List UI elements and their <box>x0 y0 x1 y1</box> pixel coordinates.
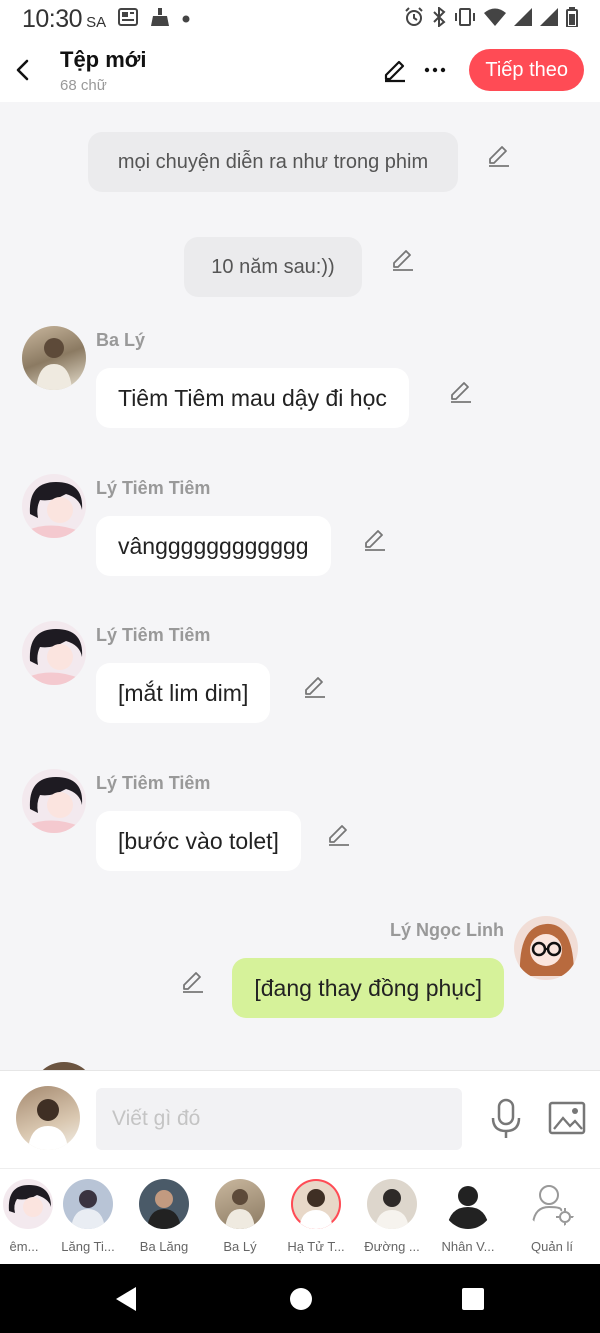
word-count: 68 chữ <box>60 76 107 94</box>
back-button[interactable] <box>0 38 46 102</box>
girl-avatar-icon <box>28 482 83 538</box>
person-avatar-icon <box>147 1190 181 1229</box>
avatar <box>139 1179 189 1229</box>
avatar[interactable] <box>22 769 86 833</box>
character-item[interactable]: Ba Lý <box>202 1179 278 1254</box>
status-ampm: SA <box>86 13 107 31</box>
message-bubble[interactable]: [mắt lim dim] <box>96 663 271 723</box>
message-bubble[interactable]: vângggggggggggg <box>96 516 331 576</box>
character-label: Đường ... <box>364 1239 420 1254</box>
bluetooth-icon <box>432 5 446 32</box>
edit-icon[interactable] <box>302 673 328 699</box>
person-avatar-icon <box>375 1189 409 1229</box>
character-label: Quản lí <box>531 1239 573 1254</box>
girl-glasses-avatar-icon <box>519 923 574 976</box>
avatar[interactable] <box>22 474 86 538</box>
pencil-icon <box>385 60 406 83</box>
edit-icon[interactable] <box>448 378 474 404</box>
user-settings-icon <box>532 1185 574 1226</box>
person-avatar-icon <box>71 1190 105 1229</box>
edit-icon[interactable] <box>326 821 352 847</box>
person-avatar-icon <box>28 1099 68 1150</box>
dot-icon <box>182 10 190 28</box>
silhouette-icon <box>447 1186 489 1229</box>
status-time: 10:30 <box>22 4 83 33</box>
title-block: Tệp mới 68 chữ <box>60 47 147 94</box>
girl-avatar-icon <box>28 629 83 685</box>
news-icon <box>118 7 139 31</box>
avatar <box>443 1179 493 1229</box>
girl-avatar-icon <box>28 777 83 833</box>
current-speaker-avatar[interactable] <box>16 1086 80 1150</box>
character-item[interactable]: Ba Lăng <box>126 1179 202 1254</box>
more-dots-icon <box>425 67 446 73</box>
image-icon[interactable] <box>548 1101 586 1135</box>
girl-avatar-icon <box>8 1185 51 1217</box>
avatar[interactable] <box>514 916 578 980</box>
more-button[interactable] <box>415 50 455 90</box>
chat-area[interactable]: mọi chuyện diễn ra như trong phim 10 năm… <box>0 102 600 1070</box>
avatar <box>367 1179 417 1229</box>
cleaner-icon <box>150 7 170 32</box>
top-app-bar: Tệp mới 68 chữ Tiếp theo <box>0 38 600 102</box>
nav-home-icon[interactable] <box>286 1284 316 1314</box>
avatar <box>291 1179 341 1229</box>
alarm-icon <box>404 6 424 32</box>
character-label: Lăng Ti... <box>61 1239 115 1254</box>
status-bar: 10:30 SA <box>0 0 600 38</box>
speaker-name: Lý Ngọc Linh <box>390 920 504 940</box>
speaker-name: Ba Lý <box>96 330 146 350</box>
avatar[interactable] <box>22 326 86 390</box>
edit-icon[interactable] <box>362 526 388 552</box>
person-avatar-icon <box>225 1189 255 1229</box>
character-item[interactable]: Nhân V... <box>430 1179 506 1254</box>
nav-recents-icon[interactable] <box>458 1284 488 1314</box>
edit-title-button[interactable] <box>375 50 415 90</box>
avatar <box>3 1179 53 1229</box>
avatar <box>215 1179 265 1229</box>
wifi-icon <box>484 8 506 31</box>
vibrate-icon <box>454 7 476 32</box>
signal-icon-1 <box>514 7 532 31</box>
page-title: Tệp mới <box>60 46 147 72</box>
person-avatar-icon <box>36 338 72 390</box>
manage-characters-button[interactable]: Quản lí <box>514 1179 590 1254</box>
back-arrow-icon <box>16 59 29 81</box>
nav-back-icon[interactable] <box>112 1284 142 1314</box>
signal-icon-2 <box>540 7 558 31</box>
avatar[interactable] <box>32 1062 96 1070</box>
avatar <box>63 1179 113 1229</box>
character-item[interactable]: Lăng Ti... <box>50 1179 126 1254</box>
narration-bubble[interactable]: mọi chuyện diễn ra như trong phim <box>88 132 458 192</box>
character-label: Ba Lăng <box>139 1239 189 1254</box>
character-item[interactable]: Hạ Tử T... <box>278 1179 354 1254</box>
edit-icon[interactable] <box>486 142 512 168</box>
narration-bubble[interactable]: 10 năm sau:)) <box>184 237 362 297</box>
message-bubble[interactable]: Tiêm Tiêm mau dậy đi học <box>96 368 409 428</box>
speaker-name: Lý Tiêm Tiêm <box>96 625 211 645</box>
microphone-icon[interactable] <box>486 1097 526 1141</box>
compose-bar <box>0 1070 600 1168</box>
next-button[interactable]: Tiếp theo <box>469 49 584 91</box>
person-avatar-icon <box>299 1189 333 1229</box>
speaker-name: Lý Tiêm Tiêm <box>96 478 211 498</box>
avatar[interactable] <box>22 621 86 685</box>
message-bubble[interactable]: [bước vào tolet] <box>96 811 301 871</box>
speaker-name: Lý Tiêm Tiêm <box>96 773 211 793</box>
character-item[interactable]: Đường ... <box>354 1179 430 1254</box>
message-bubble-self[interactable]: [đang thay đồng phục] <box>232 958 504 1018</box>
system-nav-bar <box>0 1264 600 1333</box>
edit-icon[interactable] <box>390 246 416 272</box>
avatar <box>527 1179 577 1229</box>
character-label: Nhân V... <box>441 1239 495 1254</box>
message-input[interactable] <box>96 1088 462 1150</box>
character-label: Ba Lý <box>223 1239 257 1254</box>
edit-icon[interactable] <box>180 968 206 994</box>
battery-icon <box>566 6 578 32</box>
character-selector: êm... Lăng Ti... Ba Lăng Ba Lý Hạ Tử T..… <box>0 1168 600 1264</box>
character-label: Hạ Tử T... <box>287 1239 345 1254</box>
